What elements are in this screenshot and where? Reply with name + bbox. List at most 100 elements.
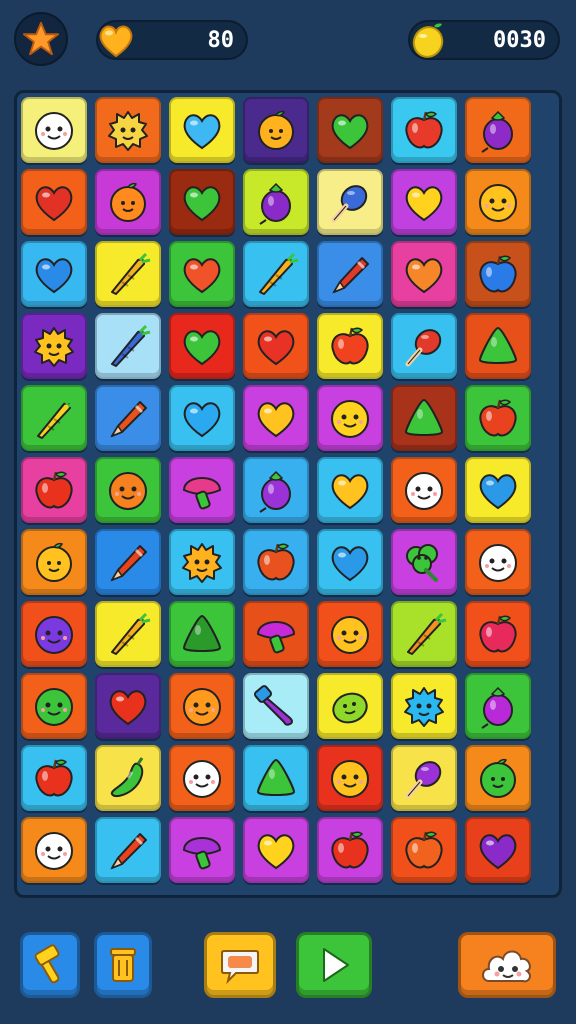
heart-icon [183,402,221,438]
tile-r4-c1[interactable] [21,313,87,379]
tile-r10-c3[interactable] [169,745,235,811]
tile-r7-c2[interactable] [95,529,161,595]
heart-coin-icon [99,25,133,58]
score-value: 0030 [493,28,546,53]
tile-r6-c2[interactable] [95,457,161,523]
tile-r6-c3[interactable] [169,457,235,523]
tile-r1-c4[interactable] [243,97,309,163]
heart-icon [35,258,73,294]
face-icon [35,832,73,870]
tile-r6-c7[interactable] [465,457,531,523]
tile-r5-c5[interactable] [317,385,383,451]
tile-r6-c1[interactable] [21,457,87,523]
tile-r3-c3[interactable] [169,241,235,307]
tile-r3-c1[interactable] [21,241,87,307]
tile-r1-c5[interactable] [317,97,383,163]
tile-r10-c4[interactable] [243,745,309,811]
tile-r4-c2[interactable] [95,313,161,379]
tile-r9-c2[interactable] [95,673,161,739]
tile-r6-c6[interactable] [391,457,457,523]
tile-r10-c6[interactable] [391,745,457,811]
tile-r6-c4[interactable] [243,457,309,523]
tile-r6-c5[interactable] [317,457,383,523]
tile-r4-c4[interactable] [243,313,309,379]
tile-r11-c5[interactable] [317,817,383,883]
tile-r5-c2[interactable] [95,385,161,451]
tile-r3-c2[interactable] [95,241,161,307]
tile-r1-c3[interactable] [169,97,235,163]
apple-icon [405,831,443,869]
tile-r4-c6[interactable] [391,313,457,379]
tile-r8-c3[interactable] [169,601,235,667]
tile-r4-c3[interactable] [169,313,235,379]
tile-r3-c6[interactable] [391,241,457,307]
tile-r11-c3[interactable] [169,817,235,883]
tile-r7-c7[interactable] [465,529,531,595]
tile-r8-c5[interactable] [317,601,383,667]
tile-r7-c3[interactable] [169,529,235,595]
crayon-icon [332,257,369,294]
tile-r5-c7[interactable] [465,385,531,451]
trash-button[interactable] [94,932,152,998]
tile-r11-c2[interactable] [95,817,161,883]
heart-icon [331,114,369,150]
tile-r10-c1[interactable] [21,745,87,811]
tile-r11-c4[interactable] [243,817,309,883]
tile-r2-c5[interactable] [317,169,383,235]
character-button[interactable] [458,932,556,998]
tile-r4-c5[interactable] [317,313,383,379]
tile-r2-c3[interactable] [169,169,235,235]
chat-button[interactable] [204,932,276,998]
face-icon [479,544,517,582]
tile-r1-c6[interactable] [391,97,457,163]
tile-r2-c2[interactable] [95,169,161,235]
tile-r5-c3[interactable] [169,385,235,451]
tile-r3-c4[interactable] [243,241,309,307]
eggplant-icon [481,686,513,729]
hammer-button[interactable] [20,932,80,998]
tile-r2-c7[interactable] [465,169,531,235]
tile-r2-c1[interactable] [21,169,87,235]
heart-icon [183,330,221,366]
tile-r5-c6[interactable] [391,385,457,451]
tile-r7-c4[interactable] [243,529,309,595]
tile-r2-c6[interactable] [391,169,457,235]
tile-r9-c4[interactable] [243,673,309,739]
lemon-icon [332,692,368,724]
tile-r9-c3[interactable] [169,673,235,739]
broccoli-icon [406,544,438,582]
tile-r8-c2[interactable] [95,601,161,667]
tile-r1-c1[interactable] [21,97,87,163]
face-icon [479,184,517,222]
tile-r8-c4[interactable] [243,601,309,667]
tile-r3-c5[interactable] [317,241,383,307]
tile-r7-c6[interactable] [391,529,457,595]
play-button[interactable] [296,932,372,998]
tile-r1-c7[interactable] [465,97,531,163]
carrot-icon [111,252,151,295]
tile-r9-c1[interactable] [21,673,87,739]
tile-r5-c1[interactable] [21,385,87,451]
tile-r11-c7[interactable] [465,817,531,883]
tile-r10-c2[interactable] [95,745,161,811]
tile-r4-c7[interactable] [465,313,531,379]
tile-r11-c1[interactable] [21,817,87,883]
tile-r7-c1[interactable] [21,529,87,595]
heart-icon [183,114,221,150]
tile-r9-c5[interactable] [317,673,383,739]
tile-r7-c5[interactable] [317,529,383,595]
tile-r3-c7[interactable] [465,241,531,307]
tile-r1-c2[interactable] [95,97,161,163]
tile-r10-c7[interactable] [465,745,531,811]
tile-r11-c6[interactable] [391,817,457,883]
tile-r10-c5[interactable] [317,745,383,811]
menu-star-button[interactable] [14,12,68,66]
tile-r8-c1[interactable] [21,601,87,667]
tile-r9-c7[interactable] [465,673,531,739]
tile-r9-c6[interactable] [391,673,457,739]
tile-r5-c4[interactable] [243,385,309,451]
apple-icon [331,831,369,869]
tile-r2-c4[interactable] [243,169,309,235]
tile-r8-c6[interactable] [391,601,457,667]
tile-r8-c7[interactable] [465,601,531,667]
